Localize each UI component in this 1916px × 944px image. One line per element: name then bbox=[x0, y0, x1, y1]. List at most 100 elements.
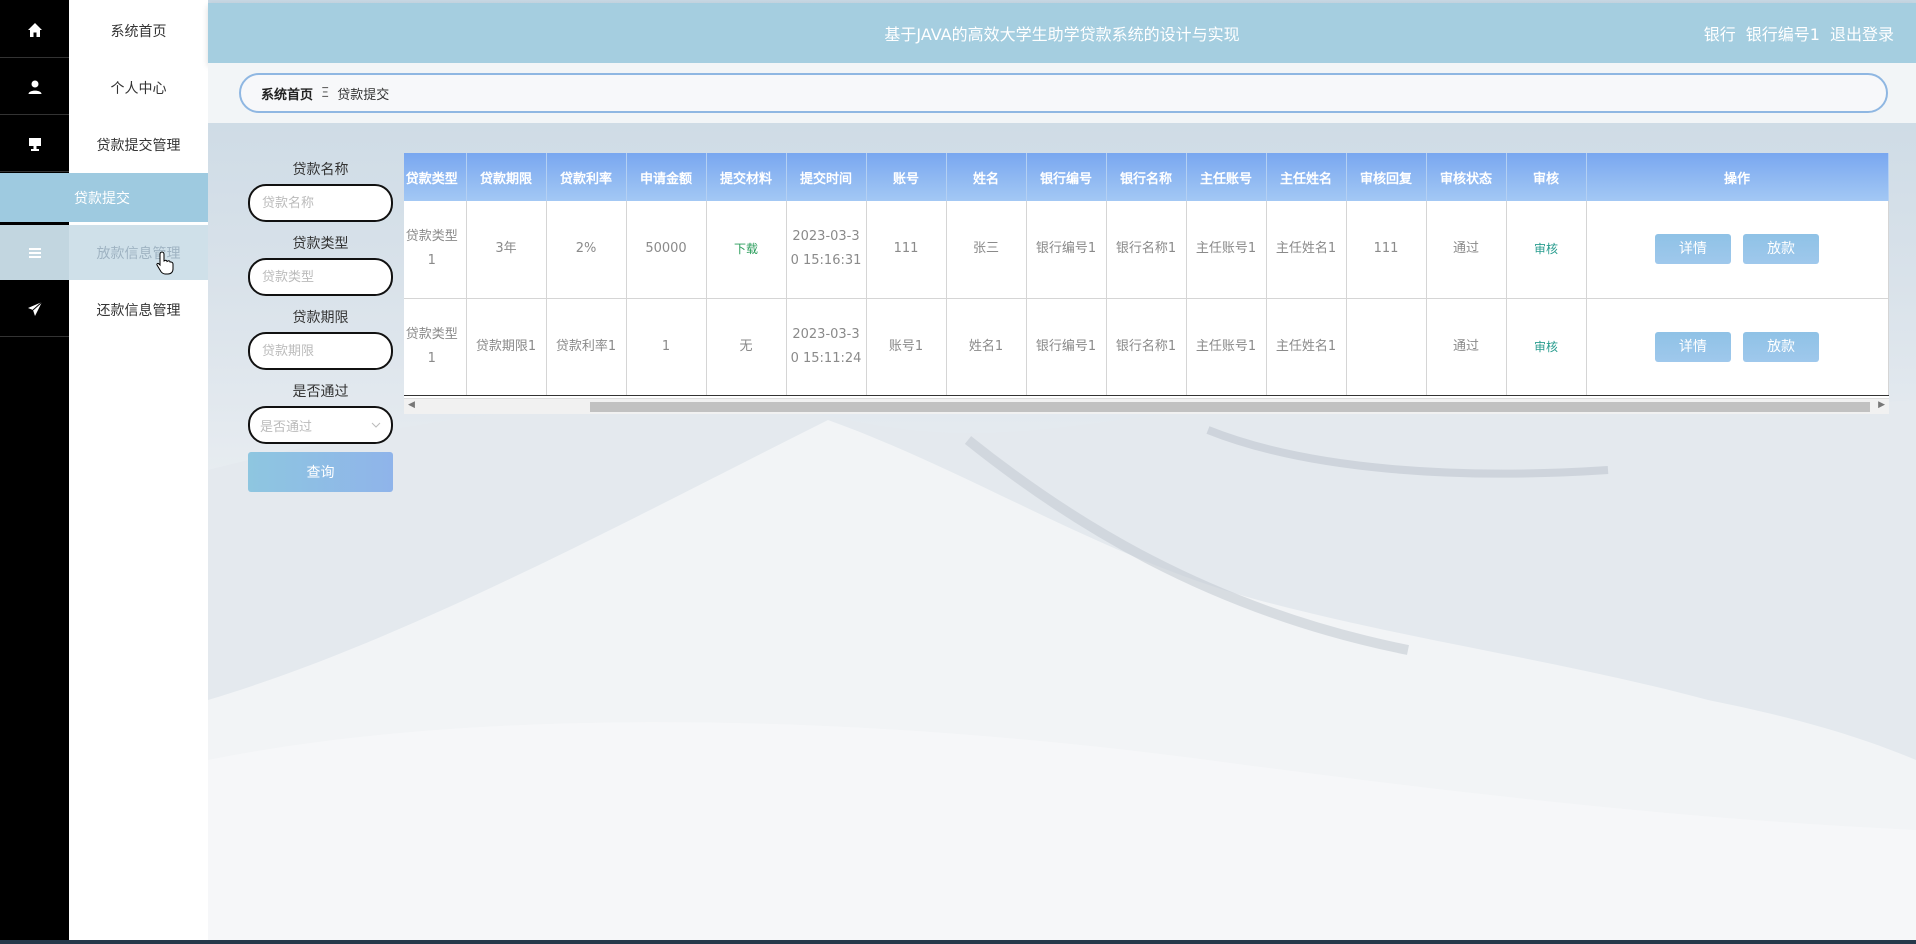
approved-select-placeholder: 是否通过 bbox=[260, 419, 313, 435]
column-header: 银行编号 bbox=[1026, 153, 1107, 201]
cell-status: 通过 bbox=[1426, 201, 1507, 299]
loan-type-input[interactable] bbox=[248, 258, 393, 296]
loan-name-label: 贷款名称 bbox=[292, 162, 349, 178]
detail-button[interactable]: 详情 bbox=[1654, 331, 1731, 362]
column-header: 操作 bbox=[1586, 153, 1889, 201]
cell-director-name: 主任姓名1 bbox=[1266, 298, 1347, 396]
column-header: 银行名称 bbox=[1106, 153, 1187, 201]
user-icon bbox=[0, 60, 69, 115]
loan-table: 贷款类型 贷款期限 贷款利率 申请金额 提交材料 提交时间 账号 姓名 银行编号… bbox=[404, 153, 1889, 396]
monitor-icon bbox=[0, 117, 69, 172]
user-name: 银行编号1 bbox=[1745, 25, 1820, 44]
loan-type-label: 贷款类型 bbox=[292, 236, 349, 252]
cell-bank-name: 银行名称1 bbox=[1106, 298, 1187, 396]
table-horizontal-scrollbar[interactable]: ◀ ▶ bbox=[404, 398, 1889, 414]
cell-rate: 贷款利率1 bbox=[546, 298, 627, 396]
sidebar-subitem-loan-submit[interactable]: 贷款提交 bbox=[0, 173, 208, 222]
breadcrumb-current: 贷款提交 bbox=[337, 87, 390, 103]
sidebar-item-label: 系统首页 bbox=[110, 23, 167, 40]
loan-term-label: 贷款期限 bbox=[292, 310, 349, 326]
query-button[interactable]: 查询 bbox=[248, 452, 393, 492]
cell-director-name: 主任姓名1 bbox=[1266, 201, 1347, 299]
column-header: 审核 bbox=[1506, 153, 1587, 201]
column-header: 审核回复 bbox=[1346, 153, 1427, 201]
disburse-button[interactable]: 放款 bbox=[1743, 331, 1820, 362]
scroll-right-arrow-icon[interactable]: ▶ bbox=[1878, 400, 1885, 410]
loan-table-container: 贷款类型 贷款期限 贷款利率 申请金额 提交材料 提交时间 账号 姓名 银行编号… bbox=[404, 153, 1889, 414]
chevron-down-icon bbox=[371, 422, 381, 428]
cell-time: 2023-03-30 15:11:24 bbox=[786, 298, 867, 396]
breadcrumb: 系统首页 Ξ 贷款提交 bbox=[239, 73, 1888, 113]
cell-time: 2023-03-30 15:16:31 bbox=[786, 201, 867, 299]
cell-account: 111 bbox=[866, 201, 947, 299]
cell-reply bbox=[1346, 298, 1427, 396]
cell-loan-type: 贷款类型1 bbox=[404, 201, 467, 299]
cell-loan-type: 贷款类型1 bbox=[404, 298, 467, 396]
breadcrumb-home[interactable]: 系统首页 bbox=[261, 84, 313, 103]
cell-actions: 详情 放款 bbox=[1586, 298, 1889, 396]
cell-bank-no: 银行编号1 bbox=[1026, 298, 1107, 396]
sidebar-item-label: 贷款提交管理 bbox=[96, 137, 181, 154]
sidebar-item-label: 还款信息管理 bbox=[96, 302, 181, 319]
cell-actions: 详情 放款 bbox=[1586, 201, 1889, 299]
column-header: 审核状态 bbox=[1426, 153, 1507, 201]
column-header: 提交时间 bbox=[786, 153, 867, 201]
column-header: 账号 bbox=[866, 153, 947, 201]
column-header: 提交材料 bbox=[706, 153, 787, 201]
header-user-area: 银行 银行编号1 退出登录 bbox=[1704, 21, 1894, 45]
sidebar-item-profile[interactable]: 个人中心 bbox=[0, 60, 208, 115]
top-header: 基于JAVA的高效大学生助学贷款系统的设计与实现 银行 银行编号1 退出登录 bbox=[208, 3, 1916, 63]
sidebar-item-loan-submit[interactable]: 贷款提交管理 bbox=[0, 117, 208, 172]
cell-term: 贷款期限1 bbox=[466, 298, 547, 396]
cell-account: 账号1 bbox=[866, 298, 947, 396]
table-header-row: 贷款类型 贷款期限 贷款利率 申请金额 提交材料 提交时间 账号 姓名 银行编号… bbox=[404, 153, 1889, 201]
column-header: 贷款类型 bbox=[404, 153, 467, 201]
cell-name: 姓名1 bbox=[946, 298, 1027, 396]
column-header: 申请金额 bbox=[626, 153, 707, 201]
loan-term-input[interactable] bbox=[248, 332, 393, 370]
hand-cursor-icon bbox=[156, 251, 174, 275]
cell-status: 通过 bbox=[1426, 298, 1507, 396]
scrollbar-thumb[interactable] bbox=[590, 402, 1870, 412]
cell-reply: 111 bbox=[1346, 201, 1427, 299]
menu-icon bbox=[0, 225, 69, 280]
table-row: 贷款类型1 3年 2% 50000 下载 2023-03-30 15:16:31… bbox=[404, 201, 1889, 299]
cell-amount: 1 bbox=[626, 298, 707, 396]
breadcrumb-separator: Ξ bbox=[321, 85, 330, 101]
sidebar-item-label: 个人中心 bbox=[110, 80, 167, 97]
home-icon bbox=[0, 3, 69, 58]
user-role: 银行 bbox=[1703, 25, 1736, 44]
approved-select[interactable]: 是否通过 bbox=[248, 406, 393, 444]
sidebar-item-home[interactable]: 系统首页 bbox=[0, 3, 208, 58]
cell-director-account: 主任账号1 bbox=[1186, 201, 1267, 299]
logout-link[interactable]: 退出登录 bbox=[1830, 21, 1894, 45]
table-row: 贷款类型1 贷款期限1 贷款利率1 1 无 2023-03-30 15:11:2… bbox=[404, 298, 1889, 396]
cell-bank-no: 银行编号1 bbox=[1026, 201, 1107, 299]
cell-term: 3年 bbox=[466, 201, 547, 299]
search-form: 贷款名称 贷款类型 贷款期限 是否通过 是否通过 查询 bbox=[248, 160, 393, 492]
disburse-button[interactable]: 放款 bbox=[1743, 234, 1820, 265]
detail-button[interactable]: 详情 bbox=[1654, 234, 1731, 265]
cell-bank-name: 银行名称1 bbox=[1106, 201, 1187, 299]
sidebar-item-disbursement[interactable]: 放款信息管理 bbox=[0, 225, 208, 280]
sidebar-item-repayment[interactable]: 还款信息管理 bbox=[0, 282, 208, 337]
review-link[interactable]: 审核 bbox=[1506, 201, 1587, 299]
review-link[interactable]: 审核 bbox=[1506, 298, 1587, 396]
loan-name-input[interactable] bbox=[248, 184, 393, 222]
column-header: 贷款期限 bbox=[466, 153, 547, 201]
cell-rate: 2% bbox=[546, 201, 627, 299]
taskbar-strip bbox=[0, 940, 1916, 944]
scroll-left-arrow-icon[interactable]: ◀ bbox=[408, 400, 415, 410]
approved-label: 是否通过 bbox=[292, 384, 349, 400]
column-header: 主任姓名 bbox=[1266, 153, 1347, 201]
page-title: 基于JAVA的高效大学生助学贷款系统的设计与实现 bbox=[884, 25, 1240, 44]
sidebar-item-label: 放款信息管理 bbox=[96, 245, 181, 262]
column-header: 贷款利率 bbox=[546, 153, 627, 201]
cell-material: 无 bbox=[706, 298, 787, 396]
download-link[interactable]: 下载 bbox=[706, 201, 787, 299]
cell-name: 张三 bbox=[946, 201, 1027, 299]
sidebar-subitem-label: 贷款提交 bbox=[74, 190, 130, 207]
column-header: 姓名 bbox=[946, 153, 1027, 201]
send-icon bbox=[0, 282, 69, 337]
cell-director-account: 主任账号1 bbox=[1186, 298, 1267, 396]
